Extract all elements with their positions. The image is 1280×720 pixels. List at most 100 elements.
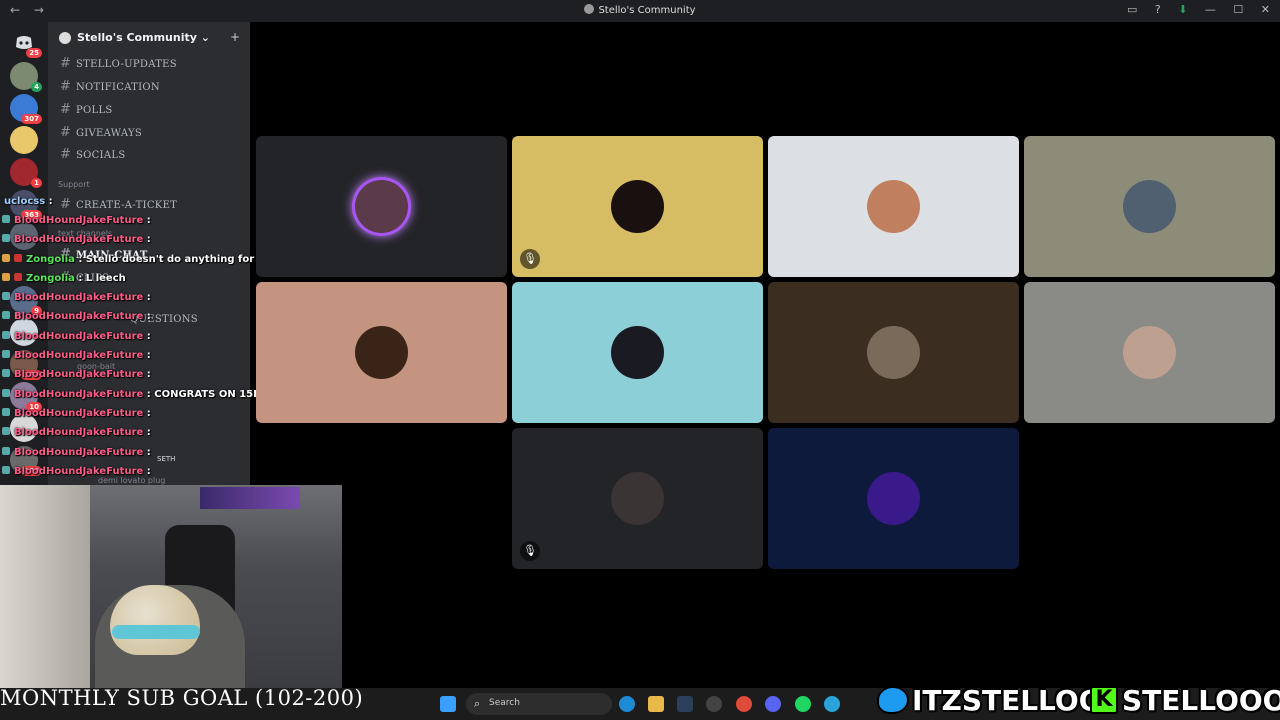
file-explorer-icon[interactable] xyxy=(648,696,664,712)
window-titlebar: ← → Stello's Community ▭ ? ⬇ — ☐ ✕ xyxy=(0,0,1280,22)
notification-badge: 1 xyxy=(31,178,42,188)
chat-username: Zongolia xyxy=(26,273,75,284)
chat-message: BloodHoundJakeFuture : xyxy=(2,447,151,465)
search-icon: ⌕ xyxy=(474,697,481,710)
channel-label: GIVEAWAYS xyxy=(76,128,143,139)
participant-tile[interactable]: 🎙 xyxy=(1024,136,1275,277)
channel-label: STELLO-UPDATES xyxy=(76,59,177,70)
steam-icon[interactable] xyxy=(677,696,693,712)
chat-message: BloodHoundJakeFuture : xyxy=(2,350,151,368)
participant-tile[interactable]: 🎙 xyxy=(512,136,763,277)
server-icon[interactable]: 4 xyxy=(10,62,42,92)
direct-messages-button[interactable]: 25 xyxy=(10,28,42,58)
badge-icon xyxy=(2,215,10,223)
participant-tile[interactable]: 🎙 xyxy=(1024,282,1275,423)
app-icon[interactable] xyxy=(706,696,722,712)
chat-username: Zongolia xyxy=(26,254,75,265)
spotify-icon[interactable] xyxy=(795,696,811,712)
participant-avatar xyxy=(611,472,664,525)
participant-tile[interactable]: 🎙 xyxy=(512,428,763,569)
download-icon[interactable]: ⬇ xyxy=(1178,3,1187,16)
minimize-button[interactable]: — xyxy=(1205,3,1216,16)
channel-label: SOCIALS xyxy=(76,150,126,161)
chat-text: L leech xyxy=(85,273,126,284)
inbox-icon[interactable]: ▭ xyxy=(1127,3,1137,16)
participant-avatar xyxy=(1123,180,1176,233)
notification-badge: 25 xyxy=(26,48,42,58)
chat-username: uclocss xyxy=(4,196,46,207)
participant-avatar xyxy=(1123,326,1176,379)
titlebar-actions: ▭ ? ⬇ — ☐ ✕ xyxy=(1113,3,1270,16)
voice-user-seth[interactable]: SETH xyxy=(157,455,175,463)
server-icon[interactable]: 307 xyxy=(10,94,42,124)
badge-icon xyxy=(2,447,10,455)
server-header[interactable]: Stello's Community ⌄ + xyxy=(48,22,250,52)
channel-polls[interactable]: # POLLS xyxy=(60,102,113,122)
badge-icon xyxy=(2,234,10,242)
chat-username: BloodHoundJakeFuture xyxy=(14,292,144,303)
badge-icon xyxy=(2,292,10,300)
chat-message: uclocss : xyxy=(4,196,53,207)
maximize-button[interactable]: ☐ xyxy=(1233,3,1243,16)
chat-username: BloodHoundJakeFuture xyxy=(14,447,144,458)
server-icon[interactable] xyxy=(10,126,38,154)
chat-message: BloodHoundJakeFuture : CONGRATS ON 15K M… xyxy=(2,389,299,407)
chat-message: Zongolia : L leech xyxy=(2,273,126,291)
badge-icon xyxy=(2,331,10,339)
badge-icon xyxy=(14,254,22,262)
edge-browser-icon[interactable] xyxy=(619,696,635,712)
taskbar-search[interactable]: ⌕ Search xyxy=(466,693,612,715)
chat-message: BloodHoundJakeFuture : xyxy=(2,369,151,387)
window-title: Stello's Community xyxy=(0,4,1280,16)
channel-create-a-ticket[interactable]: # CREATE-A-TICKET xyxy=(60,197,177,217)
badge-icon xyxy=(2,273,10,281)
help-icon[interactable]: ? xyxy=(1155,3,1161,16)
sub-goal-label: MONTHLY SUB GOAL (102-200) xyxy=(0,686,364,710)
participant-avatar xyxy=(355,326,408,379)
channel-notification[interactable]: # NOTIFICATION xyxy=(60,79,160,99)
windows-start-icon[interactable] xyxy=(440,696,456,712)
window-title-text: Stello's Community xyxy=(598,5,696,16)
badge-icon xyxy=(2,369,10,377)
chat-username: BloodHoundJakeFuture xyxy=(14,466,144,477)
webcam-beanie xyxy=(110,585,200,655)
participant-tile[interactable]: 🎙 xyxy=(256,282,507,423)
telegram-icon[interactable] xyxy=(824,696,840,712)
muted-mic-icon: 🎙 xyxy=(520,541,540,561)
chevron-down-icon: ⌄ xyxy=(200,31,210,44)
hashtag-icon: # xyxy=(60,79,72,94)
chrome-icon[interactable] xyxy=(736,696,752,712)
participant-avatar xyxy=(867,326,920,379)
server-icon[interactable]: 1 xyxy=(10,158,42,188)
hashtag-icon: # xyxy=(60,102,72,117)
participant-avatar xyxy=(867,472,920,525)
webcam-headphone-band xyxy=(112,625,200,639)
server-name-text: Stello's Community xyxy=(77,31,197,44)
chat-username: BloodHoundJakeFuture xyxy=(14,215,144,226)
participant-tile[interactable]: 🎙 xyxy=(768,136,1019,277)
participant-tile[interactable]: 🎙 xyxy=(768,282,1019,423)
participant-tile[interactable]: 🎙 xyxy=(256,136,507,277)
hashtag-icon: # xyxy=(60,125,72,140)
badge-icon xyxy=(14,273,22,281)
badge-icon xyxy=(2,408,10,416)
channel-giveaways[interactable]: # GIVEAWAYS xyxy=(60,125,142,145)
participant-avatar xyxy=(611,180,664,233)
server-badge-icon xyxy=(59,32,71,44)
invite-people-icon[interactable]: + xyxy=(230,30,240,44)
hashtag-icon: # xyxy=(60,56,72,71)
webcam-window xyxy=(0,485,90,688)
channel-stello-updates[interactable]: # STELLO-UPDATES xyxy=(60,56,177,76)
close-button[interactable]: ✕ xyxy=(1261,3,1270,16)
search-placeholder: Search xyxy=(489,698,520,708)
notification-badge: 4 xyxy=(31,82,42,92)
hashtag-icon: # xyxy=(60,147,72,162)
participant-tile[interactable]: 🎙 xyxy=(768,428,1019,569)
chat-username: BloodHoundJakeFuture xyxy=(14,350,144,361)
chat-username: BloodHoundJakeFuture xyxy=(14,311,144,322)
participant-tile[interactable]: 🎙 xyxy=(512,282,763,423)
category-support[interactable]: Support xyxy=(58,180,90,189)
channel-socials[interactable]: # SOCIALS xyxy=(60,147,125,167)
discord-taskbar-icon[interactable] xyxy=(765,696,781,712)
badge-icon xyxy=(2,311,10,319)
